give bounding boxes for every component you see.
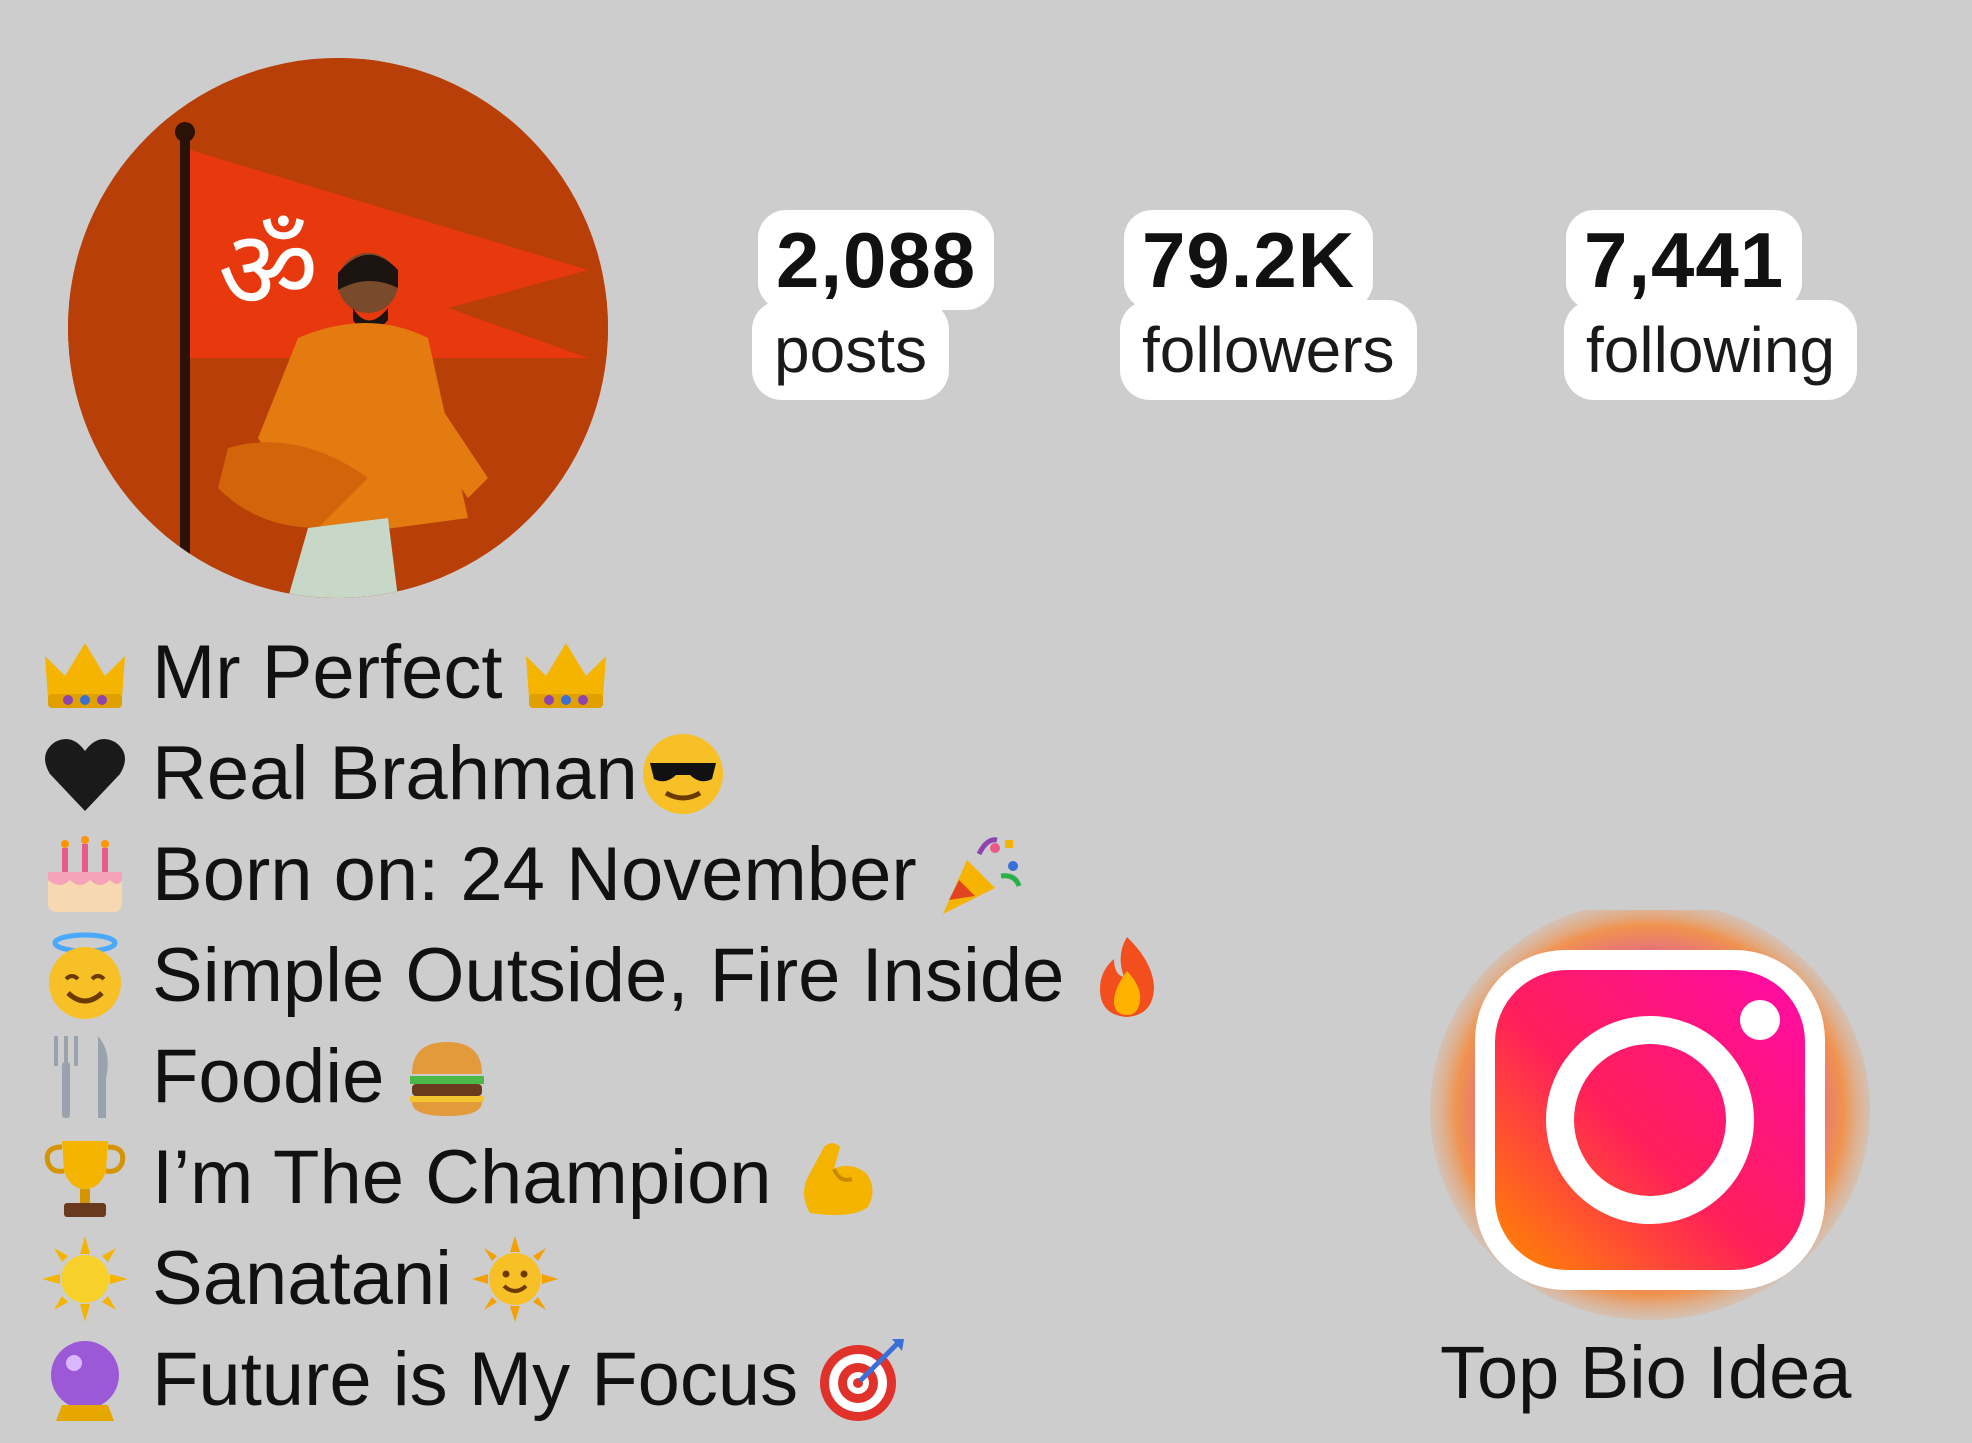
fire-icon: [1082, 931, 1172, 1021]
stat-followers-label: followers: [1120, 300, 1417, 400]
bio-text: Born on: 24 November: [152, 832, 917, 917]
birthday-cake-icon: [40, 830, 130, 920]
svg-text:ॐ: ॐ: [218, 206, 318, 334]
stat-followers-value: 79.2K: [1124, 210, 1374, 310]
bio-text: Mr Perfect: [152, 630, 503, 715]
black-heart-icon: [40, 729, 130, 819]
crown-icon: [40, 628, 130, 718]
sunglasses-face-icon: [638, 729, 728, 819]
bio-text: Real Brahman: [152, 731, 638, 816]
target-icon: [816, 1335, 906, 1425]
trophy-icon: [40, 1133, 130, 1223]
flexed-biceps-icon: [790, 1133, 880, 1223]
sun-icon: [40, 1234, 130, 1324]
bio-line: Future is My Focus: [40, 1329, 1172, 1430]
bio-line: Real Brahman: [40, 723, 1172, 824]
instagram-logo: [1430, 910, 1870, 1330]
crown-icon: [521, 628, 611, 718]
stat-following-label: following: [1564, 300, 1858, 400]
instagram-logo-icon: [1430, 910, 1870, 1320]
bio-text: Simple Outside, Fire Inside: [152, 933, 1065, 1018]
party-popper-icon: [935, 830, 1025, 920]
bio-text: Future is My Focus: [152, 1337, 799, 1422]
halo-face-icon: [40, 931, 130, 1021]
bio-text: Foodie: [152, 1034, 385, 1119]
bio-line: Mr Perfect: [40, 622, 1172, 723]
bio-line: Born on: 24 November: [40, 824, 1172, 925]
bio-section: Mr Perfect Real Brahman Born on: 24 Nove…: [40, 622, 1172, 1430]
stat-posts-label: posts: [752, 300, 949, 400]
fork-knife-icon: [40, 1032, 130, 1122]
stat-posts-value: 2,088: [758, 210, 995, 310]
crystal-ball-icon: [40, 1335, 130, 1425]
profile-avatar-saffron-flag-om: ॐ: [68, 58, 608, 598]
bio-line: I’m The Champion: [40, 1127, 1172, 1228]
bio-text: Sanatani: [152, 1236, 453, 1321]
bio-line: Foodie: [40, 1026, 1172, 1127]
sun-face-icon: [470, 1234, 560, 1324]
profile-avatar[interactable]: ॐ: [68, 58, 608, 598]
burger-icon: [402, 1032, 492, 1122]
branding-caption: Top Bio Idea: [1440, 1331, 1852, 1414]
bio-line: Sanatani: [40, 1228, 1172, 1329]
bio-text: I’m The Champion: [152, 1135, 772, 1220]
stat-following-value: 7,441: [1566, 210, 1803, 310]
bio-line: Simple Outside, Fire Inside: [40, 925, 1172, 1026]
